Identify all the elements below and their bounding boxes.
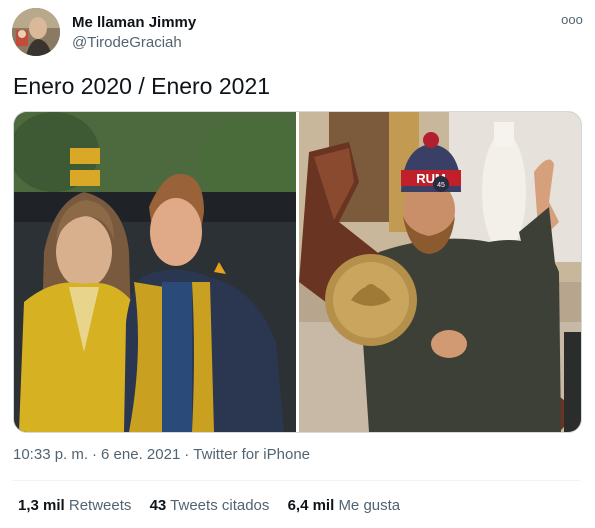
media-grid: RUM 45 xyxy=(13,111,582,433)
tweet-text: Enero 2020 / Enero 2021 xyxy=(13,73,271,99)
likes-label: Me gusta xyxy=(338,497,401,514)
retweets-label: Retweets xyxy=(68,497,132,514)
likes-count: 6,4 mil xyxy=(287,497,335,514)
tweet-time[interactable]: 10:33 p. m. xyxy=(13,446,88,463)
quote-tweets-count: 43 xyxy=(149,497,167,514)
quote-tweets-label: Tweets citados xyxy=(170,497,270,514)
user-handle[interactable]: @TirodeGraciah xyxy=(72,33,196,53)
retweets-stat[interactable]: 1,3 mil Retweets xyxy=(18,496,131,516)
profile-photo-icon xyxy=(12,8,60,56)
photo-couple-yellow-scarves[interactable] xyxy=(14,112,296,432)
author-names: Me llaman Jimmy @TirodeGraciah xyxy=(72,13,196,53)
retweets-count: 1,3 mil xyxy=(18,497,65,514)
tweet-header: Me llaman Jimmy @TirodeGraciah ooo xyxy=(12,8,583,58)
tweet-source[interactable]: Twitter for iPhone xyxy=(193,446,310,463)
quote-tweets-stat[interactable]: 43 Tweets citados xyxy=(150,496,270,516)
meta-separator: · xyxy=(184,446,190,463)
photo-man-carrying-lectern[interactable]: RUM 45 xyxy=(299,112,581,432)
badge-text: 45 xyxy=(437,182,445,189)
tweet-stats: 1,3 mil Retweets 43 Tweets citados 6,4 m… xyxy=(18,496,414,516)
avatar[interactable] xyxy=(12,8,60,56)
likes-stat[interactable]: 6,4 mil Me gusta xyxy=(288,496,401,516)
tweet-date[interactable]: 6 ene. 2021 xyxy=(101,446,180,463)
meta-separator: · xyxy=(92,446,98,463)
more-options-icon[interactable]: ooo xyxy=(561,12,583,28)
display-name[interactable]: Me llaman Jimmy xyxy=(72,13,196,33)
tweet-meta: 10:33 p. m. · 6 ene. 2021 · Twitter for iPho… xyxy=(13,445,310,465)
divider xyxy=(13,480,580,481)
